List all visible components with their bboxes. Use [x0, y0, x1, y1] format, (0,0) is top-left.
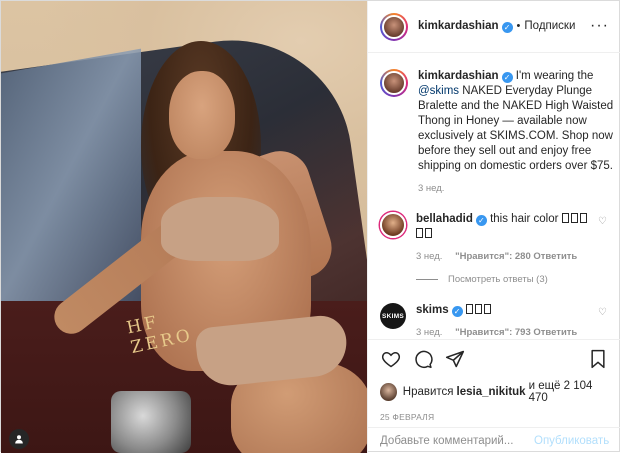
caption-text-after: NAKED Everyday Plunge Bralette and the N… [418, 85, 614, 172]
heart-icon[interactable]: ♡ [598, 216, 607, 227]
bralette [161, 197, 279, 261]
caption-username[interactable]: kimkardashian [418, 70, 499, 82]
ellipsis-icon[interactable]: ··· [590, 17, 609, 35]
comment-meta: 3 нед. "Нравится": 793 Ответить [416, 327, 596, 338]
heart-icon[interactable]: ♡ [598, 307, 607, 318]
add-comment-bar: Опубликовать [368, 427, 620, 453]
model-head [169, 71, 235, 159]
view-replies-label: Посмотреть ответы (3) [448, 274, 548, 285]
comment-meta: 3 нед. "Нравится": 280 Ответить [416, 251, 596, 262]
verified-icon: ✓ [451, 306, 463, 317]
bookmark-icon[interactable] [587, 348, 609, 370]
instagram-post: HF ZERO kimkardashian ✓ • Подписки ··· kimk… [0, 0, 620, 453]
side-panel: kimkardashian ✓ • Подписки ··· kimkardashia… [367, 1, 620, 453]
mention-link[interactable]: @skims [418, 85, 459, 97]
comment-item: SKIMS skims ✓ 3 нед. "Нравится": 793 Отве… [380, 303, 609, 338]
view-replies-button[interactable]: Посмотреть ответы (3) [416, 274, 609, 285]
emoji-placeholder [465, 304, 493, 316]
action-icons [380, 348, 609, 370]
caption: kimkardashian ✓ I'm wearing the @skims NA… [380, 69, 613, 194]
comments-list[interactable]: kimkardashian ✓ I'm wearing the @skims NA… [368, 53, 620, 339]
user-tag-icon[interactable] [9, 429, 29, 449]
comment-likes[interactable]: "Нравится": 280 [455, 251, 531, 262]
follow-button[interactable]: Подписки [524, 20, 575, 32]
likes-count[interactable]: и ещё 2 104 470 [529, 380, 609, 404]
verified-icon: ✓ [501, 22, 513, 33]
action-bar: Нравится lesia_nikituk и ещё 2 104 470 2… [368, 339, 620, 427]
verified-icon: ✓ [501, 72, 513, 83]
chrome-exhaust [111, 391, 191, 453]
header-username[interactable]: kimkardashian [418, 20, 499, 32]
likes-prefix: Нравится [402, 386, 454, 398]
post-header: kimkardashian ✓ • Подписки ··· [368, 1, 620, 53]
likes-user-link[interactable]: lesia_nikituk [457, 386, 526, 398]
timestamp[interactable]: 3 нед. [416, 251, 442, 262]
avatar[interactable] [380, 383, 397, 401]
comment-item: bellahadid ✓ this hair color 3 нед. "Нрав… [380, 212, 609, 262]
comment-input[interactable] [380, 434, 534, 447]
publish-button[interactable]: Опубликовать [534, 435, 609, 447]
separator-dot: • [516, 20, 521, 32]
avatar[interactable]: SKIMS [380, 303, 406, 329]
heart-icon[interactable] [380, 348, 402, 370]
timestamp[interactable]: 3 нед. [416, 327, 442, 338]
avatar[interactable] [380, 69, 408, 97]
reply-button[interactable]: Ответить [533, 327, 577, 338]
post-date[interactable]: 25 ФЕВРАЛЯ [380, 412, 609, 422]
post-photo[interactable]: HF ZERO [1, 1, 367, 453]
avatar[interactable] [380, 212, 406, 238]
comment-text: this hair color [490, 213, 559, 225]
comment-username[interactable]: skims [416, 304, 449, 316]
verified-icon: ✓ [475, 215, 487, 226]
comment-likes[interactable]: "Нравится": 793 [455, 327, 531, 338]
likes-summary: Нравится lesia_nikituk и ещё 2 104 470 [380, 380, 609, 404]
timestamp[interactable]: 3 нед. [418, 183, 444, 194]
reply-button[interactable]: Ответить [533, 251, 577, 262]
avatar[interactable] [380, 12, 408, 41]
caption-meta: 3 нед. [418, 183, 618, 194]
comment-username[interactable]: bellahadid [416, 213, 473, 225]
caption-text-before: I'm wearing the [515, 70, 594, 82]
share-icon[interactable] [444, 348, 466, 370]
divider [416, 279, 438, 280]
comment-icon[interactable] [412, 348, 434, 370]
